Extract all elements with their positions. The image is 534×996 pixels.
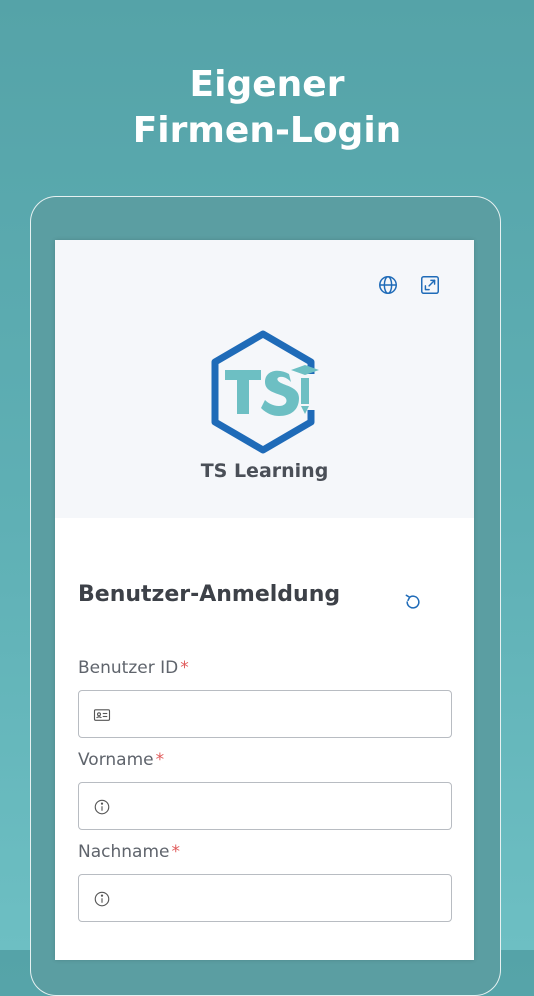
first-name-field[interactable] — [78, 782, 452, 831]
user-id-field[interactable] — [78, 690, 452, 739]
required-mark: * — [155, 750, 165, 770]
expand-button[interactable] — [419, 274, 441, 296]
info-icon — [93, 890, 111, 908]
form-title: Benutzer-Anmeldung — [78, 582, 341, 607]
expand-icon — [421, 276, 439, 294]
promo-headline: Eigener Firmen-Login — [0, 62, 534, 154]
ts-learning-logo — [207, 330, 319, 454]
user-id-label-text: Benutzer ID — [78, 658, 179, 678]
brand-name: TS Learning — [200, 460, 329, 482]
first-name-label: Vorname * — [78, 750, 164, 770]
required-mark: * — [180, 658, 189, 678]
refresh-button[interactable] — [403, 592, 423, 612]
globe-icon — [379, 276, 397, 294]
required-mark: * — [171, 842, 180, 862]
first-name-input[interactable] — [123, 783, 447, 831]
promo-headline-line1: Eigener — [189, 64, 345, 105]
last-name-field[interactable] — [78, 874, 452, 923]
language-button[interactable] — [377, 274, 399, 296]
last-name-label-text: Nachname — [78, 842, 170, 862]
last-name-label: Nachname * — [78, 842, 180, 862]
app-screen: TS Learning Benutzer-Anmeldung Benutzer … — [55, 240, 474, 960]
promo-headline-line2: Firmen-Login — [132, 110, 402, 151]
refresh-icon — [405, 594, 420, 609]
info-icon — [93, 798, 111, 816]
header-area: TS Learning — [55, 240, 474, 518]
user-id-label: Benutzer ID * — [78, 658, 189, 678]
id-card-icon — [93, 706, 111, 724]
user-id-input[interactable] — [123, 691, 447, 739]
first-name-label-text: Vorname — [78, 750, 154, 770]
last-name-input[interactable] — [123, 875, 447, 923]
